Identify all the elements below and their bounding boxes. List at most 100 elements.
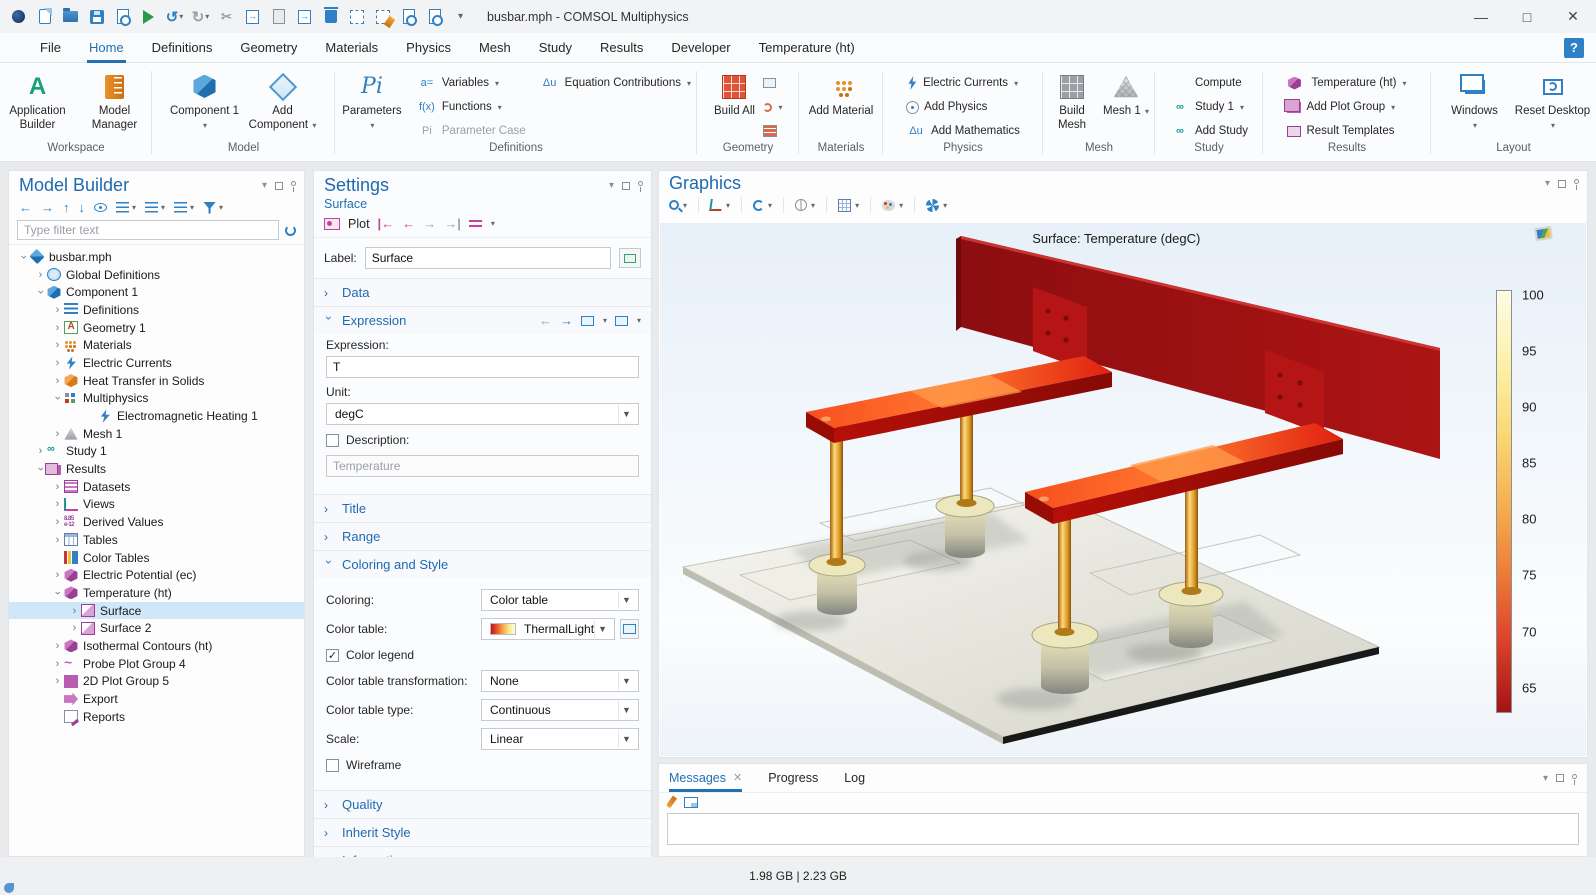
add-study-button[interactable]: ∞Add Study — [1170, 121, 1248, 141]
select-brush-icon[interactable] — [374, 8, 391, 25]
temperature-ht-button[interactable]: Temperature (ht)▾ — [1287, 73, 1406, 93]
undo-icon[interactable]: ↺▾ — [166, 8, 183, 25]
expander-icon[interactable]: › — [51, 658, 64, 670]
message-table-icon[interactable] — [684, 797, 698, 808]
tab-temperature-ht[interactable]: Temperature (ht) — [745, 33, 869, 63]
tab-mesh[interactable]: Mesh — [465, 33, 525, 63]
tree-item-isothermal-contours[interactable]: ›Isothermal Contours (ht) — [9, 637, 304, 655]
tree-item-heat-transfer[interactable]: ›Heat Transfer in Solids — [9, 372, 304, 390]
tree-item-mesh1[interactable]: ›Mesh 1 — [9, 425, 304, 443]
tab-definitions[interactable]: Definitions — [138, 33, 227, 63]
geometry-virtual-ops-button[interactable] — [763, 121, 782, 141]
pin-icon[interactable] — [638, 181, 643, 186]
tree-item-results[interactable]: ›Results — [9, 460, 304, 478]
move-down-icon[interactable]: ↓ — [79, 200, 86, 215]
study1-button[interactable]: ∞Study 1▾ — [1170, 97, 1248, 117]
tree-item-surface[interactable]: ›Surface — [9, 602, 304, 620]
run-icon[interactable] — [140, 8, 157, 25]
copy-icon[interactable] — [244, 8, 261, 25]
section-expression[interactable]: ›Expression ← → ▾ ▾ Expression: Unit: de… — [314, 306, 651, 494]
clear-messages-icon[interactable] — [666, 796, 677, 809]
compute-button[interactable]: Compute — [1170, 73, 1248, 93]
save-icon[interactable] — [88, 8, 105, 25]
color-table-select[interactable]: ThermalLight▼ — [481, 618, 615, 640]
go-to-view-button[interactable]: ▾ — [710, 199, 730, 211]
tab-progress[interactable]: Progress — [768, 764, 818, 792]
build-mesh-button[interactable]: Build Mesh — [1046, 71, 1098, 133]
next-plot-icon[interactable]: → — [423, 216, 436, 231]
expander-icon[interactable]: › — [68, 605, 81, 617]
new-file-icon[interactable] — [36, 8, 53, 25]
tree-item-electric-potential[interactable]: ›Electric Potential (ec) — [9, 566, 304, 584]
show-icon[interactable] — [94, 203, 107, 212]
model-tree-view-icon[interactable]: ▾ — [174, 202, 194, 213]
move-up-icon[interactable]: ↑ — [63, 200, 70, 215]
rename-button[interactable] — [619, 248, 641, 268]
equation-contributions-button[interactable]: ΔuEquation Contributions▾ — [540, 73, 691, 93]
mesh1-button[interactable]: Mesh 1 ▾ — [1100, 71, 1152, 118]
transparency-button[interactable]: ▾ — [795, 199, 815, 211]
zoom-button[interactable]: ▾ — [669, 200, 687, 210]
pin-icon[interactable] — [1574, 179, 1579, 184]
tab-study[interactable]: Study — [525, 33, 586, 63]
close-button[interactable]: ✕ — [1550, 0, 1596, 33]
tree-item-views[interactable]: ›Views — [9, 496, 304, 514]
duplicate-icon[interactable] — [296, 8, 313, 25]
scene-light-button[interactable]: ▾ — [926, 199, 947, 212]
tree-item-datasets[interactable]: ›Datasets — [9, 478, 304, 496]
redo-icon[interactable]: ↻▾ — [192, 8, 209, 25]
tab-geometry[interactable]: Geometry — [226, 33, 311, 63]
expander-icon[interactable]: › — [51, 428, 64, 440]
expander-icon[interactable]: › — [51, 375, 64, 387]
tree-item-probe-plot-group4[interactable]: ›Probe Plot Group 4 — [9, 655, 304, 673]
expander-icon[interactable]: › — [51, 640, 64, 652]
expander-icon[interactable]: › — [51, 675, 64, 687]
tree-item-surface2[interactable]: ›Surface 2 — [9, 619, 304, 637]
tab-developer[interactable]: Developer — [657, 33, 744, 63]
tree-item-2d-plot-group5[interactable]: ›2D Plot Group 5 — [9, 673, 304, 691]
messages-output[interactable] — [667, 813, 1579, 845]
find-icon[interactable] — [400, 8, 417, 25]
tree-item-reports[interactable]: Reports — [9, 708, 304, 726]
expander-icon[interactable]: › — [51, 516, 64, 528]
tab-log[interactable]: Log — [844, 764, 865, 792]
close-tab-icon[interactable]: ✕ — [733, 765, 742, 791]
tree-item-derived-values[interactable]: ›Derived Values — [9, 513, 304, 531]
previous-plot-icon[interactable]: ← — [402, 216, 415, 231]
section-range[interactable]: ›Range — [314, 522, 651, 550]
expander-icon[interactable]: › — [52, 392, 64, 405]
pin-icon[interactable] — [291, 181, 296, 186]
component1-button[interactable]: Component 1 ▾ — [167, 71, 243, 133]
application-builder-button[interactable]: A Application Builder — [0, 71, 75, 133]
expander-icon[interactable]: › — [51, 534, 64, 546]
minimize-button[interactable]: — — [1458, 0, 1504, 33]
rotate-button[interactable]: ▾ — [753, 200, 772, 211]
collapse-tree-icon[interactable]: ▾ — [145, 202, 165, 213]
build-all-button[interactable]: Build All — [707, 71, 761, 118]
help-button[interactable]: ? — [1564, 38, 1584, 58]
color-table-type-select[interactable]: Continuous▼ — [481, 699, 639, 721]
section-title[interactable]: ›Title — [314, 494, 651, 522]
panel-menu-icon[interactable]: ▾ — [262, 180, 267, 191]
tab-results[interactable]: Results — [586, 33, 657, 63]
forward-icon[interactable]: → — [41, 200, 54, 215]
delete-icon[interactable] — [322, 8, 339, 25]
color-legend-checkbox[interactable]: ✓ — [326, 649, 339, 662]
pin-icon[interactable] — [1572, 774, 1577, 779]
insert-expression-icon[interactable] — [615, 316, 628, 326]
expr-back-icon[interactable]: ← — [539, 313, 552, 328]
grid-button[interactable]: ▾ — [838, 199, 859, 212]
expr-forward-icon[interactable]: → — [560, 313, 573, 328]
tree-item-geometry1[interactable]: ›Geometry 1 — [9, 319, 304, 337]
tab-messages[interactable]: Messages✕ — [669, 764, 742, 792]
add-plot-group-button[interactable]: Add Plot Group▾ — [1287, 97, 1406, 117]
unit-select[interactable]: degC▼ — [326, 403, 639, 425]
windows-button[interactable]: Windows▾ — [1437, 71, 1513, 133]
add-mathematics-button[interactable]: ΔuAdd Mathematics — [906, 121, 1020, 141]
float-icon[interactable] — [1558, 180, 1566, 188]
expander-icon[interactable]: › — [51, 339, 64, 351]
tab-physics[interactable]: Physics — [392, 33, 465, 63]
expander-icon[interactable]: › — [51, 322, 64, 334]
add-component-button[interactable]: Add Component ▾ — [245, 71, 321, 133]
tree-item-busbar[interactable]: ›busbar.mph — [9, 248, 304, 266]
